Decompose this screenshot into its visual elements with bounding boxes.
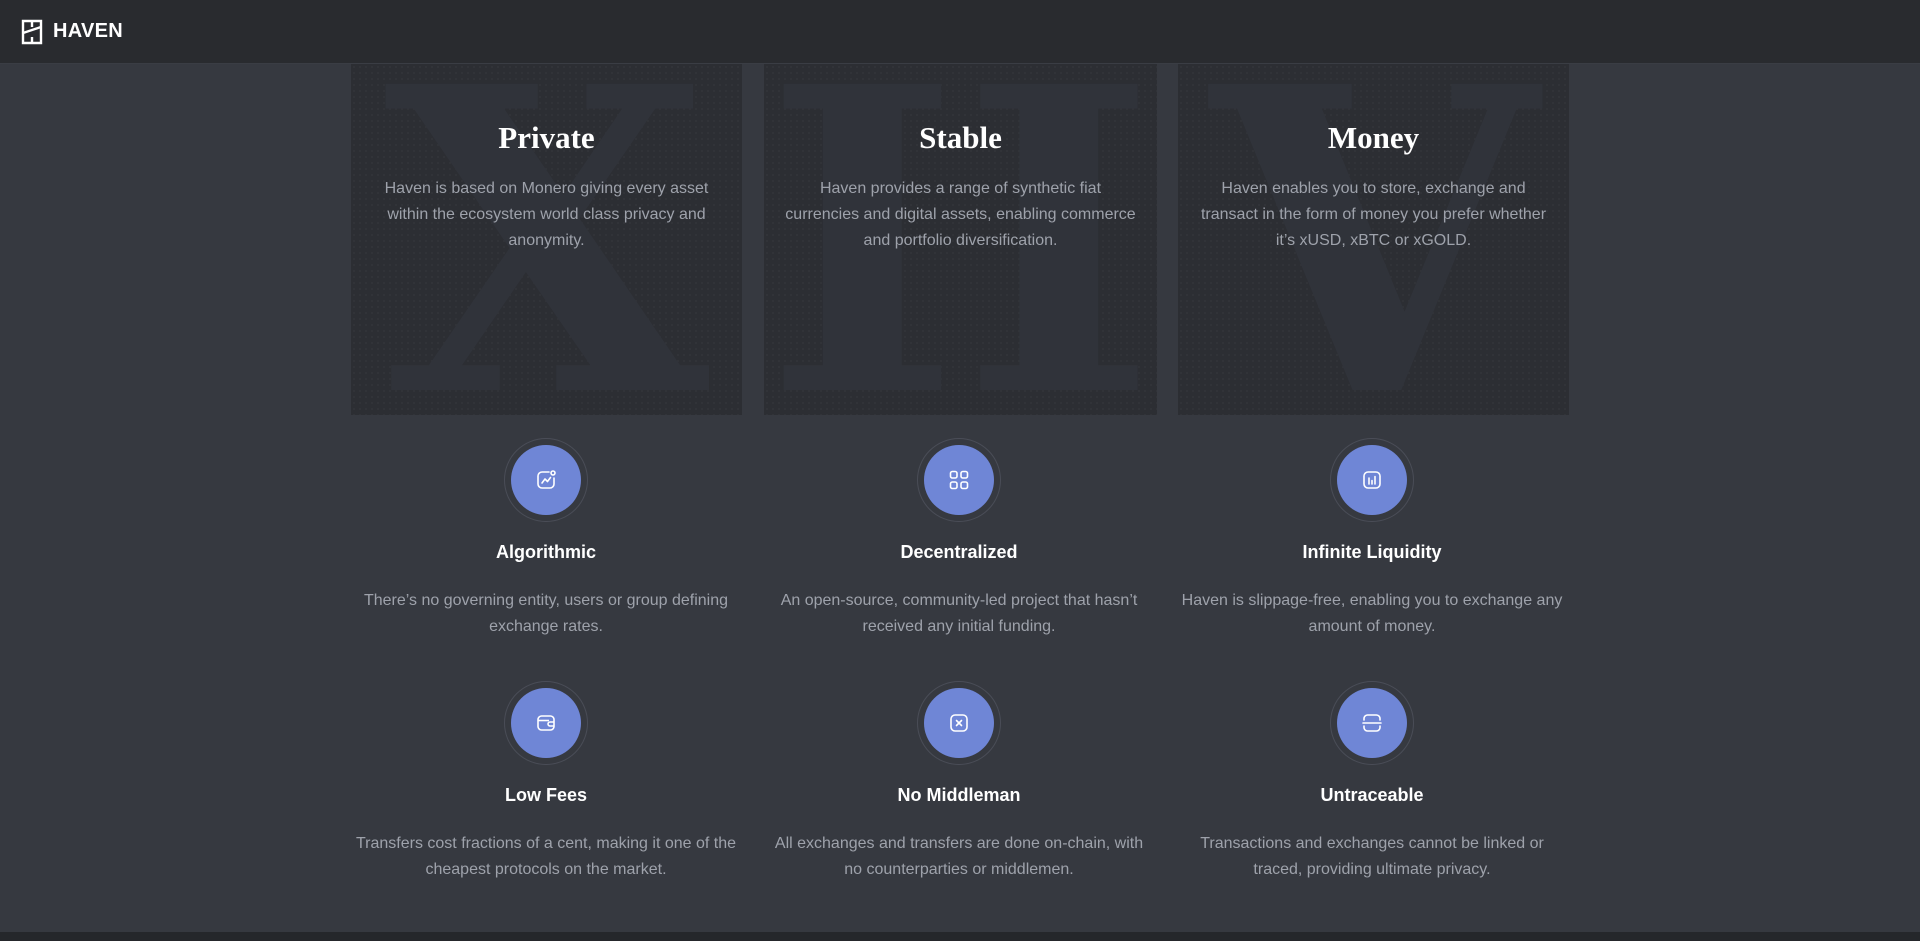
grid-icon <box>949 470 969 490</box>
card-title: Money <box>1327 120 1420 155</box>
feature-description: An open-source, community-led project th… <box>780 592 1138 635</box>
feature-icon-ring <box>504 438 588 522</box>
brand-logo-link[interactable]: HAVEN <box>21 19 123 45</box>
feature-title: Low Fees <box>504 785 588 805</box>
wallet-icon <box>537 715 555 731</box>
chart-trend-icon <box>537 470 556 489</box>
feature-description: Haven is slippage-free, enabling you to … <box>1181 592 1563 635</box>
feature-title: Untraceable <box>1320 785 1424 805</box>
feature-title: Infinite Liquidity <box>1302 542 1442 562</box>
card-description: Haven enables you to store, exchange and… <box>1200 180 1547 249</box>
feature-description: There’s no governing entity, users or gr… <box>363 592 729 635</box>
card-stable: III Stable Haven provides a range of syn… <box>764 64 1157 415</box>
scan-icon <box>1362 714 1382 732</box>
feature-icon-ring <box>504 681 588 765</box>
feature-title: Decentralized <box>900 542 1018 562</box>
haven-logo-icon <box>21 19 43 44</box>
feature-icon-ring <box>917 438 1001 522</box>
card-money: V Money Haven enables you to store, exch… <box>1178 64 1569 415</box>
value-cards-section: X Private Haven is based on Monero givin… <box>351 64 1569 415</box>
card-description: Haven provides a range of synthetic fiat… <box>785 180 1136 249</box>
feature-description: Transfers cost fractions of a cent, maki… <box>355 835 737 878</box>
feature-icon-circle <box>924 688 994 758</box>
feature-description: Transactions and exchanges cannot be lin… <box>1200 835 1544 878</box>
feature-icon-circle <box>1337 445 1407 515</box>
feature-icon-circle <box>924 445 994 515</box>
feature-icon-ring <box>917 681 1001 765</box>
top-navbar: HAVEN <box>0 0 1920 64</box>
brand-name: HAVEN <box>53 20 124 42</box>
feature-icon-circle <box>511 688 581 758</box>
feature-icon-ring <box>1330 681 1414 765</box>
feature-description: All exchanges and transfers are done on-… <box>774 835 1144 878</box>
feature-icon-ring <box>1330 438 1414 522</box>
card-description: Haven is based on Monero giving every as… <box>384 180 709 249</box>
bar-chart-icon <box>1363 471 1381 489</box>
feature-icon-circle <box>1337 688 1407 758</box>
feature-title: No Middleman <box>897 785 1021 805</box>
close-box-icon <box>950 714 968 732</box>
footer-edge <box>0 932 1920 941</box>
card-title: Stable <box>919 120 1002 155</box>
feature-title: Algorithmic <box>495 542 596 562</box>
card-title: Private <box>498 120 595 155</box>
feature-icon-circle <box>511 445 581 515</box>
card-private: X Private Haven is based on Monero givin… <box>351 64 742 415</box>
